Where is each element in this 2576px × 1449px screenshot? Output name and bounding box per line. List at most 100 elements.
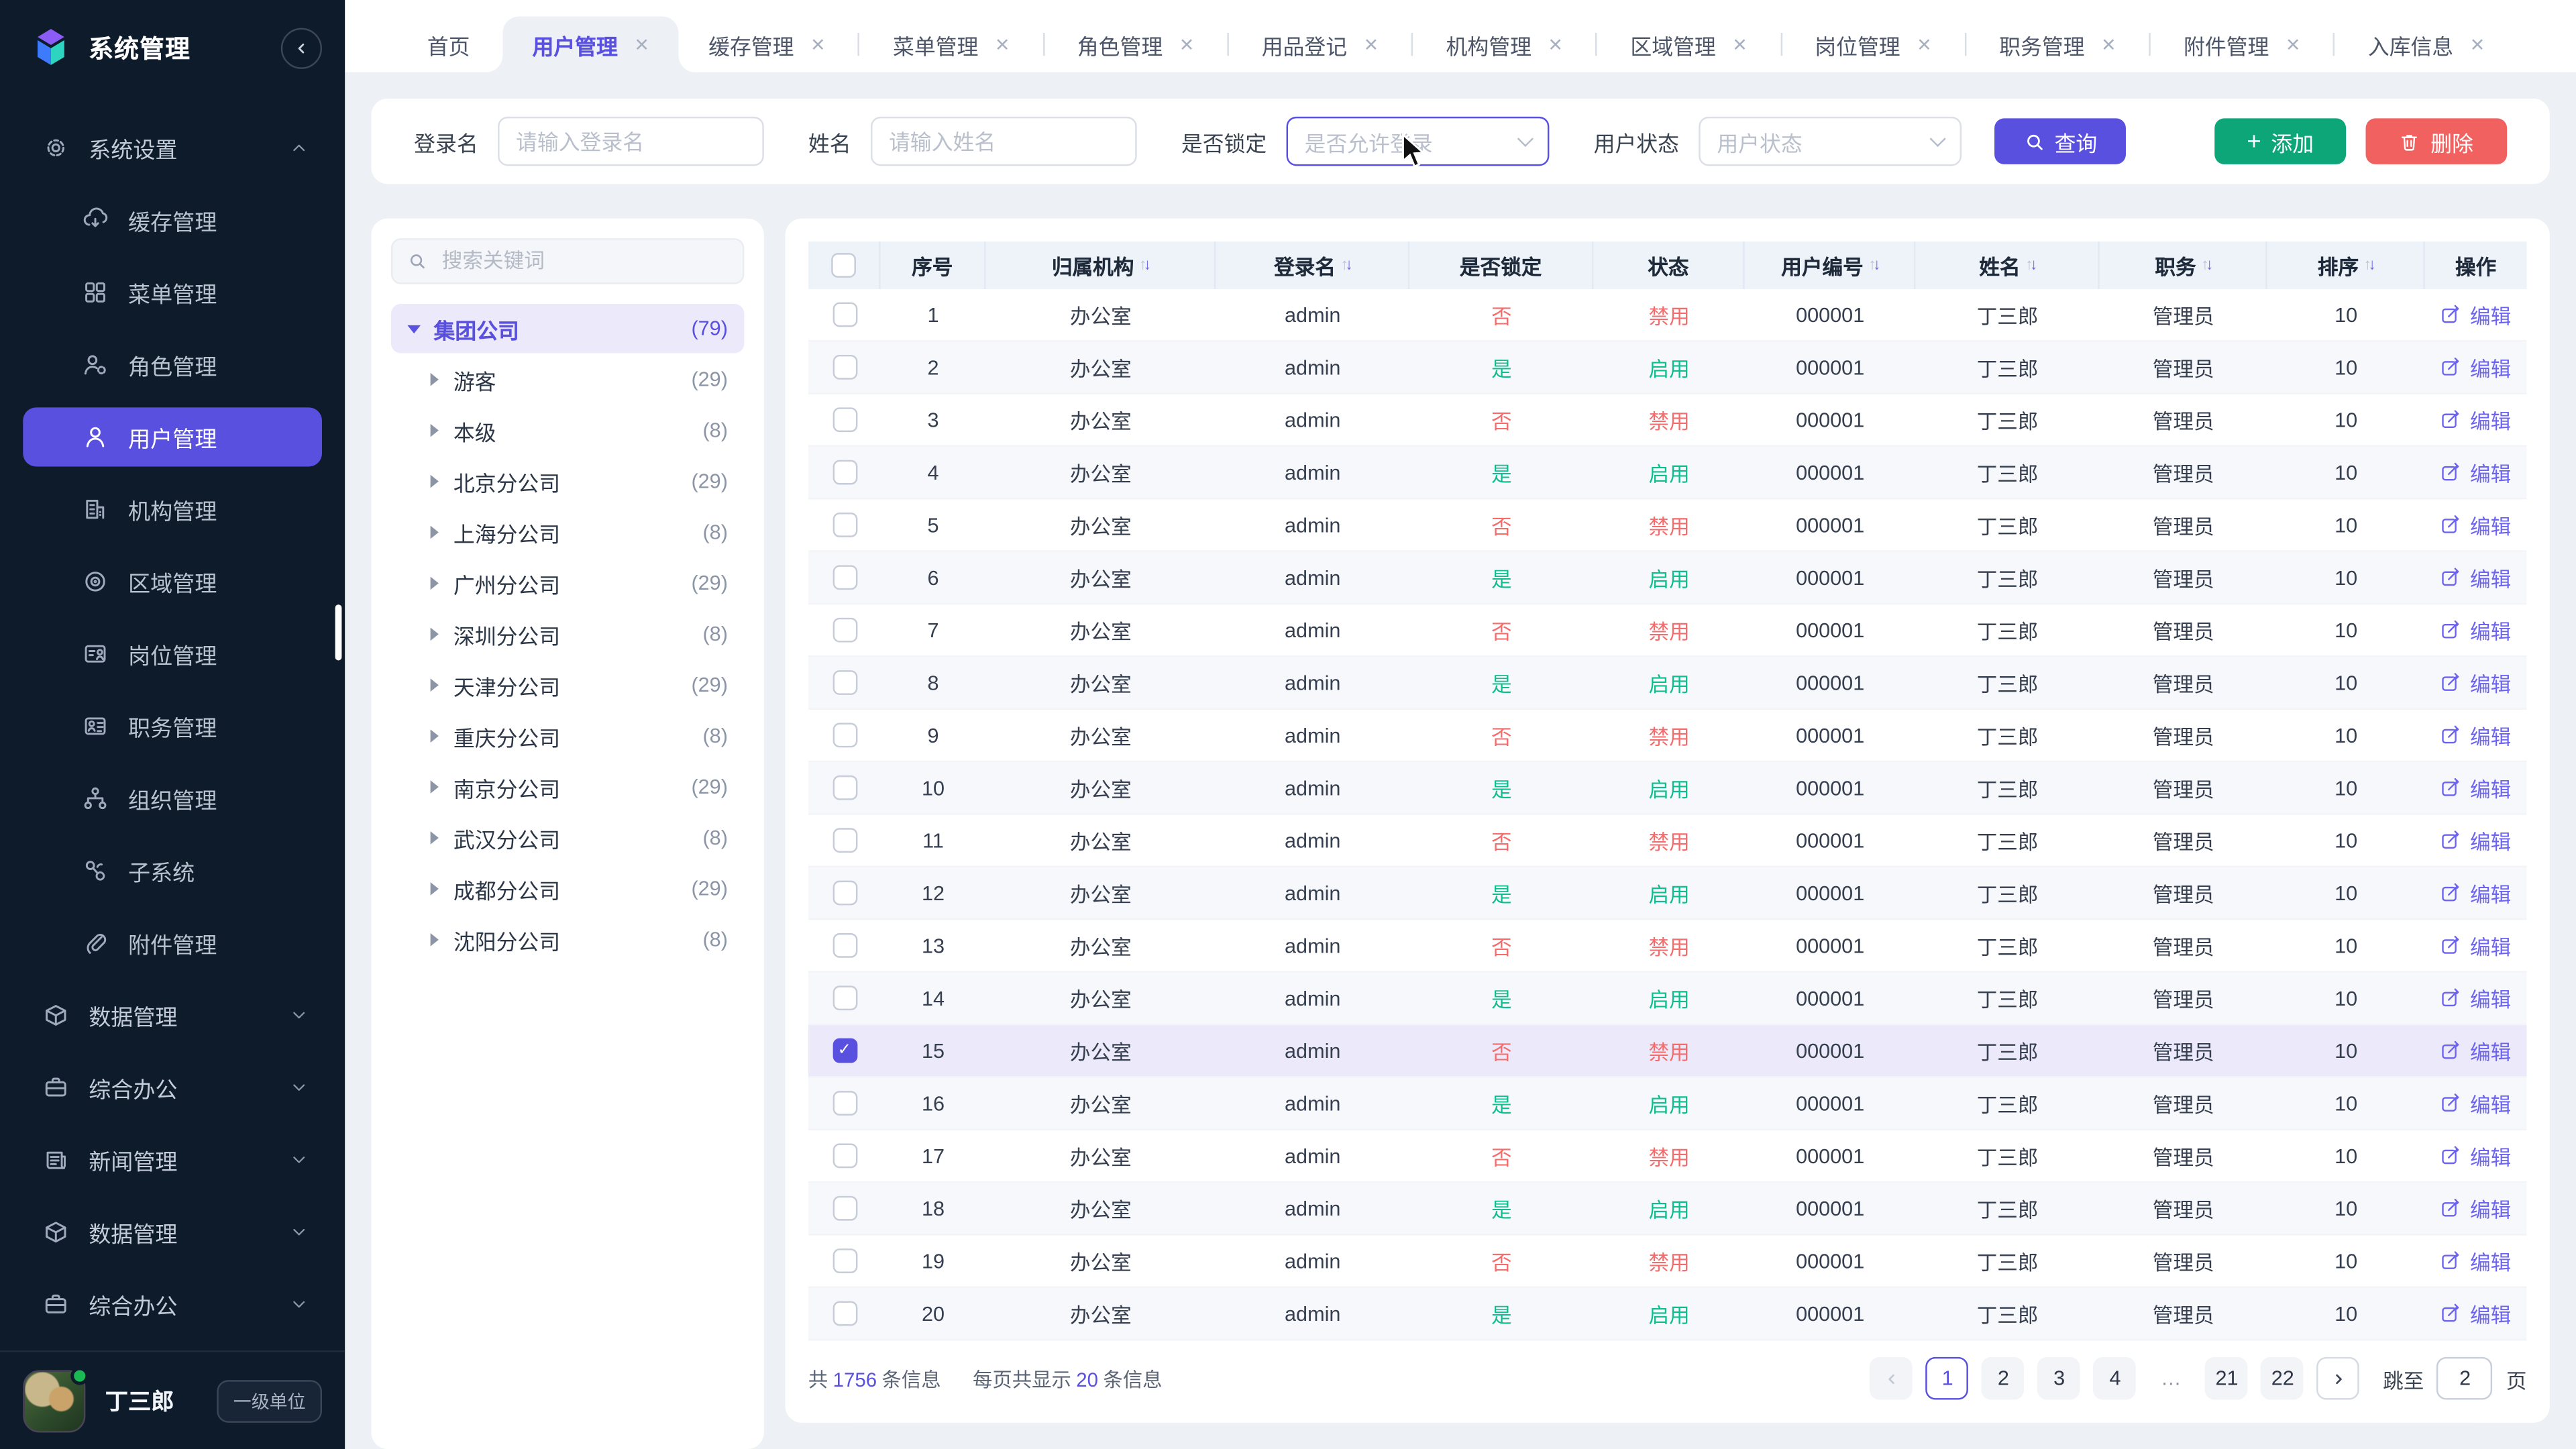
column-header-org[interactable]: 归属机构↑↓ bbox=[985, 241, 1216, 289]
sort-icon[interactable]: ↑↓ bbox=[2025, 256, 2034, 274]
column-header-check[interactable] bbox=[808, 241, 881, 289]
table-row[interactable]: 5办公室admin否禁用000001丁三郎管理员10编辑 bbox=[808, 499, 2527, 551]
tab-菜单管理[interactable]: 菜单管理✕ bbox=[863, 16, 1040, 72]
user-unit-badge[interactable]: 一级单位 bbox=[217, 1379, 322, 1422]
edit-button[interactable]: 编辑 bbox=[2440, 299, 2511, 331]
edit-button[interactable]: 编辑 bbox=[2440, 404, 2511, 435]
sidebar-group-data1[interactable]: 数据管理 bbox=[23, 985, 322, 1044]
row-checkbox[interactable]: ✓ bbox=[832, 1038, 857, 1063]
close-icon[interactable]: ✕ bbox=[1548, 34, 1563, 55]
close-icon[interactable]: ✕ bbox=[995, 34, 1010, 55]
row-checkbox[interactable] bbox=[832, 985, 857, 1010]
sort-icon[interactable]: ↑↓ bbox=[2201, 256, 2210, 274]
tab-用户管理[interactable]: 用户管理✕ bbox=[502, 16, 679, 72]
sidebar-scrollbar-thumb[interactable] bbox=[335, 604, 342, 660]
row-checkbox[interactable] bbox=[832, 1301, 857, 1326]
column-header-login[interactable]: 登录名↑↓ bbox=[1216, 241, 1409, 289]
table-row[interactable]: 14办公室admin是启用000001丁三郎管理员10编辑 bbox=[808, 973, 2527, 1025]
close-icon[interactable]: ✕ bbox=[2470, 34, 2485, 55]
table-row[interactable]: 11办公室admin否禁用000001丁三郎管理员10编辑 bbox=[808, 815, 2527, 867]
delete-button[interactable]: 删除 bbox=[2366, 118, 2508, 164]
user-avatar[interactable] bbox=[23, 1369, 85, 1432]
edit-button[interactable]: 编辑 bbox=[2440, 930, 2511, 961]
close-icon[interactable]: ✕ bbox=[1364, 34, 1379, 55]
table-row[interactable]: 8办公室admin是启用000001丁三郎管理员10编辑 bbox=[808, 657, 2527, 710]
row-checkbox[interactable] bbox=[832, 828, 857, 853]
edit-button[interactable]: 编辑 bbox=[2440, 352, 2511, 383]
tab-缓存管理[interactable]: 缓存管理✕ bbox=[679, 16, 855, 72]
column-header-uid[interactable]: 用户编号↑↓ bbox=[1745, 241, 1916, 289]
row-checkbox[interactable] bbox=[832, 618, 857, 643]
tree-node[interactable]: 广州分公司(29) bbox=[391, 559, 745, 608]
table-row[interactable]: 2办公室admin是启用000001丁三郎管理员10编辑 bbox=[808, 341, 2527, 394]
sidebar-item-tree[interactable]: 组织管理 bbox=[23, 769, 322, 828]
sort-icon[interactable]: ↑↓ bbox=[1139, 256, 1148, 274]
sidebar-group-news[interactable]: 新闻管理 bbox=[23, 1130, 322, 1189]
row-checkbox[interactable] bbox=[832, 670, 857, 695]
tree-node[interactable]: 游客(29) bbox=[391, 355, 745, 404]
edit-button[interactable]: 编辑 bbox=[2440, 720, 2511, 751]
name-filter-input[interactable] bbox=[871, 117, 1137, 166]
row-checkbox[interactable] bbox=[832, 1091, 857, 1116]
locked-filter-select[interactable]: 是否允许登录 bbox=[1287, 117, 1550, 166]
tree-node[interactable]: 武汉分公司(8) bbox=[391, 813, 745, 862]
tree-node[interactable]: 沈阳分公司(8) bbox=[391, 915, 745, 964]
edit-button[interactable]: 编辑 bbox=[2440, 982, 2511, 1014]
close-icon[interactable]: ✕ bbox=[2101, 34, 2116, 55]
table-row[interactable]: 4办公室admin是启用000001丁三郎管理员10编辑 bbox=[808, 447, 2527, 499]
sidebar-group-system-settings[interactable]: 系统设置 bbox=[23, 118, 322, 177]
sidebar-item-menu[interactable]: 菜单管理 bbox=[23, 263, 322, 322]
tree-node-root[interactable]: 集团公司 (79) bbox=[391, 304, 745, 353]
column-header-name[interactable]: 姓名↑↓ bbox=[1916, 241, 2100, 289]
sidebar-collapse-button[interactable] bbox=[281, 27, 322, 68]
tree-node[interactable]: 重庆分公司(8) bbox=[391, 711, 745, 760]
sidebar-group-office1[interactable]: 综合办公 bbox=[23, 1058, 322, 1117]
tab-入库信息[interactable]: 入库信息✕ bbox=[2339, 16, 2515, 72]
tree-node[interactable]: 天津分公司(29) bbox=[391, 660, 745, 709]
table-row[interactable]: 7办公室admin否禁用000001丁三郎管理员10编辑 bbox=[808, 604, 2527, 657]
sidebar-item-role[interactable]: 角色管理 bbox=[23, 335, 322, 394]
sidebar-item-user[interactable]: 用户管理 bbox=[23, 407, 322, 466]
sidebar-item-post[interactable]: 岗位管理 bbox=[23, 625, 322, 684]
edit-button[interactable]: 编辑 bbox=[2440, 509, 2511, 541]
edit-button[interactable]: 编辑 bbox=[2440, 1140, 2511, 1172]
table-row[interactable]: 18办公室admin是启用000001丁三郎管理员10编辑 bbox=[808, 1183, 2527, 1235]
tree-search-input[interactable] bbox=[439, 248, 728, 274]
query-button[interactable]: 查询 bbox=[1994, 118, 2126, 164]
status-filter-select[interactable]: 用户状态 bbox=[1699, 117, 1962, 166]
row-checkbox[interactable] bbox=[832, 460, 857, 485]
sidebar-item-cache[interactable]: 缓存管理 bbox=[23, 191, 322, 250]
tree-node[interactable]: 北京分公司(29) bbox=[391, 457, 745, 506]
edit-button[interactable]: 编辑 bbox=[2440, 614, 2511, 646]
row-checkbox[interactable] bbox=[832, 775, 857, 800]
table-row[interactable]: 6办公室admin是启用000001丁三郎管理员10编辑 bbox=[808, 552, 2527, 604]
page-button-21[interactable]: 21 bbox=[2206, 1357, 2249, 1400]
sidebar-item-clip[interactable]: 附件管理 bbox=[23, 914, 322, 973]
tab-机构管理[interactable]: 机构管理✕ bbox=[1416, 16, 1593, 72]
tab-角色管理[interactable]: 角色管理✕ bbox=[1048, 16, 1224, 72]
table-row[interactable]: 1办公室admin否禁用000001丁三郎管理员10编辑 bbox=[808, 289, 2527, 341]
sidebar-item-subsys[interactable]: 子系统 bbox=[23, 841, 322, 900]
add-button[interactable]: + 添加 bbox=[2214, 118, 2346, 164]
edit-button[interactable]: 编辑 bbox=[2440, 1193, 2511, 1224]
edit-button[interactable]: 编辑 bbox=[2440, 562, 2511, 594]
edit-button[interactable]: 编辑 bbox=[2440, 772, 2511, 804]
row-checkbox[interactable] bbox=[832, 303, 857, 327]
page-jump-input[interactable] bbox=[2437, 1357, 2493, 1400]
tree-node[interactable]: 南京分公司(29) bbox=[391, 762, 745, 811]
table-row[interactable]: 3办公室admin否禁用000001丁三郎管理员10编辑 bbox=[808, 394, 2527, 447]
tab-区域管理[interactable]: 区域管理✕ bbox=[1601, 16, 1777, 72]
row-checkbox[interactable] bbox=[832, 1143, 857, 1168]
page-button-22[interactable]: 22 bbox=[2261, 1357, 2304, 1400]
close-icon[interactable]: ✕ bbox=[1732, 34, 1748, 55]
table-row[interactable]: ✓15办公室admin否禁用000001丁三郎管理员10编辑 bbox=[808, 1025, 2527, 1077]
tree-node[interactable]: 上海分公司(8) bbox=[391, 508, 745, 557]
page-button-2[interactable]: 2 bbox=[1982, 1357, 2025, 1400]
row-checkbox[interactable] bbox=[832, 933, 857, 958]
tab-附件管理[interactable]: 附件管理✕ bbox=[2154, 16, 2330, 72]
edit-button[interactable]: 编辑 bbox=[2440, 667, 2511, 698]
close-icon[interactable]: ✕ bbox=[1179, 34, 1195, 55]
sidebar-group-data2[interactable]: 数据管理 bbox=[23, 1203, 322, 1262]
next-page-button[interactable] bbox=[2317, 1357, 2360, 1400]
edit-button[interactable]: 编辑 bbox=[2440, 1035, 2511, 1067]
